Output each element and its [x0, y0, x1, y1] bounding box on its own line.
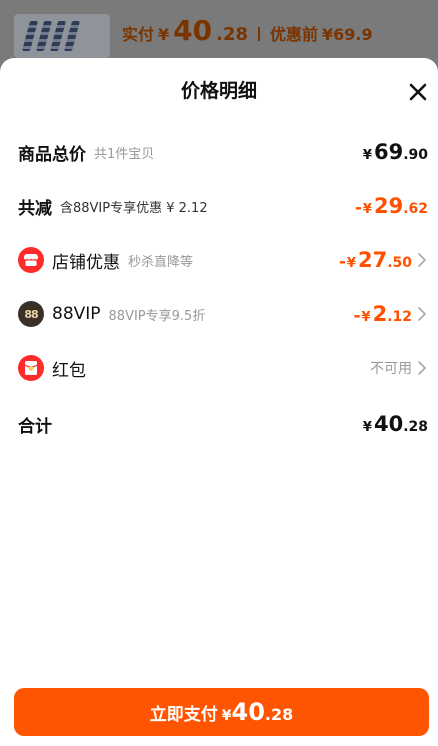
- before-discount-price: ¥69.9: [322, 25, 373, 44]
- actual-pay-yen: ¥: [158, 25, 170, 44]
- vip-discount-amount: - ¥2.12: [353, 302, 412, 326]
- divider: [258, 27, 261, 41]
- store-icon: [18, 247, 44, 273]
- row-sum: 合计 ¥40.28: [18, 404, 428, 444]
- actual-pay-int: 40: [173, 14, 213, 47]
- red-packet-icon: [18, 355, 44, 381]
- row-red-packet[interactable]: 红包 不可用: [18, 348, 428, 388]
- pay-int: 40: [231, 698, 265, 726]
- red-packet-label: 红包: [52, 360, 86, 381]
- pay-dec: .28: [264, 705, 294, 724]
- total-discount-label: 共减: [18, 198, 52, 219]
- total-price-amount: ¥69.90: [362, 140, 428, 164]
- pay-yen: ¥: [221, 708, 232, 724]
- total-discount-amount: - ¥29.62: [354, 194, 428, 218]
- vip-badge-icon: 88: [18, 301, 44, 327]
- chevron-right-icon: [418, 253, 426, 267]
- pay-now-button[interactable]: 立即支付 ¥40.28: [14, 688, 429, 736]
- before-discount-label: 优惠前: [270, 25, 319, 44]
- row-total-price: 商品总价 共1件宝贝 ¥69.90: [18, 132, 428, 172]
- chevron-right-icon: [418, 307, 426, 321]
- pay-now-label: 立即支付: [149, 705, 218, 725]
- row-store-discount[interactable]: 店铺优惠 秒杀直降等 - ¥27.50: [18, 240, 428, 280]
- close-icon: [409, 83, 427, 101]
- row-88vip-discount[interactable]: 88 88VIP 88VIP专享9.5折 - ¥2.12: [18, 294, 428, 334]
- vip-discount-note: 含88VIP专享优惠 ¥ 2.12: [60, 200, 208, 216]
- background-price-summary: 实付 ¥ 40.28 优惠前 ¥69.9: [122, 14, 373, 54]
- actual-pay-dec: .28: [216, 24, 249, 45]
- product-thumbnail: [14, 14, 110, 58]
- store-discount-label: 店铺优惠: [52, 252, 120, 273]
- sum-label: 合计: [18, 416, 52, 437]
- chevron-right-icon: [418, 361, 426, 375]
- red-packet-status: 不可用: [370, 361, 412, 377]
- total-price-label: 商品总价: [18, 144, 86, 165]
- store-discount-amount: - ¥27.50: [338, 248, 412, 272]
- store-discount-note: 秒杀直降等: [128, 254, 194, 270]
- vip-note: 88VIP专享9.5折: [108, 308, 206, 324]
- close-button[interactable]: [406, 80, 430, 104]
- sheet-title: 价格明细: [180, 80, 257, 102]
- price-detail-sheet: 价格明细 商品总价 共1件宝贝 ¥69.90 共减 含88VIP专享优惠 ¥ 2…: [0, 58, 438, 746]
- sum-amount: ¥40.28: [362, 412, 428, 436]
- item-count: 共1件宝贝: [94, 146, 155, 162]
- vip-label: 88VIP: [52, 304, 101, 324]
- actual-pay-label: 实付: [122, 25, 155, 44]
- row-total-discount: 共减 含88VIP专享优惠 ¥ 2.12 - ¥29.62: [18, 186, 428, 226]
